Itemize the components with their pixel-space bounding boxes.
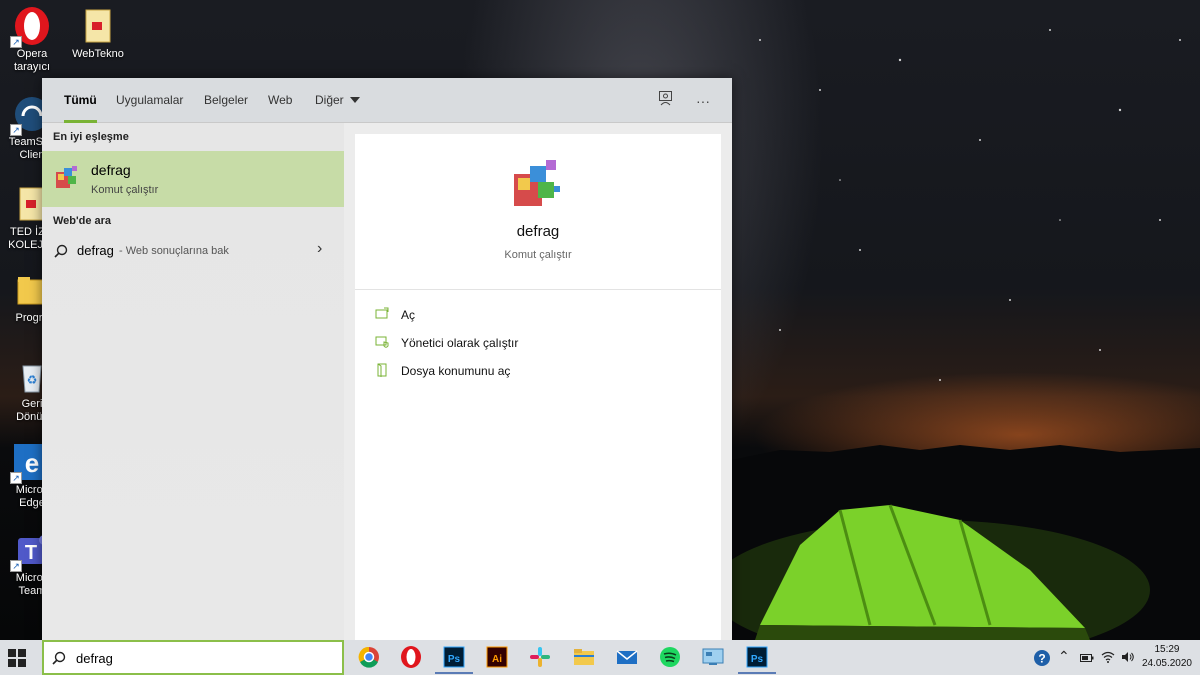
action-label: Aç <box>401 308 416 322</box>
taskbar-chrome[interactable] <box>356 644 382 670</box>
tab-documents[interactable]: Belgeler <box>204 78 248 123</box>
taskbar: Ps Ai Ps ? ⌃ 15:29 24.05.2020 <box>0 640 1200 675</box>
photoshop-icon: Ps <box>746 646 768 668</box>
more-options-button[interactable]: ··· <box>692 90 714 112</box>
best-match-subtitle: Komut çalıştır <box>91 184 159 196</box>
slack-icon <box>530 647 550 667</box>
web-search-heading: Web'de ara <box>53 215 112 227</box>
spotify-icon <box>660 647 680 667</box>
speaker-icon <box>1122 652 1134 662</box>
wifi-icon <box>1101 651 1115 663</box>
volume-tray[interactable] <box>1121 651 1135 666</box>
chrome-icon <box>358 646 379 668</box>
desktop-icon-webtekno[interactable]: WebTekno <box>66 6 130 61</box>
svg-text:?: ? <box>1038 652 1045 666</box>
windows-icon <box>8 649 26 667</box>
clock-date: 24.05.2020 <box>1141 658 1192 669</box>
tab-other-label: Diğer <box>315 93 344 107</box>
tab-other[interactable]: Diğer <box>315 78 360 123</box>
clock-time: 15:29 <box>1154 644 1180 655</box>
file-location-icon <box>377 363 387 377</box>
defrag-large-icon <box>512 160 564 208</box>
action-run-as-admin[interactable]: Yönetici olarak çalıştır <box>375 333 695 353</box>
mail-icon <box>616 650 638 664</box>
help-icon: ? <box>1034 650 1050 666</box>
desktop-icon-label: WebTekno <box>72 48 124 60</box>
wifi-tray[interactable] <box>1101 651 1115 666</box>
control-panel-icon <box>702 648 724 665</box>
feedback-icon <box>659 91 672 106</box>
taskbar-photoshop[interactable]: Ps <box>435 644 473 674</box>
action-open[interactable]: Aç <box>375 305 695 325</box>
taskbar-spotify[interactable] <box>657 644 683 670</box>
taskbar-control-panel[interactable] <box>700 644 726 670</box>
folder-icon <box>78 6 118 46</box>
taskbar-search-box[interactable] <box>42 640 344 675</box>
taskbar-slack[interactable] <box>527 644 553 670</box>
desktop-icon-label: Opera tarayıcı <box>13 48 51 73</box>
start-button[interactable] <box>8 649 26 667</box>
svg-text:♻: ♻ <box>27 373 38 387</box>
folder-icon <box>574 649 594 665</box>
action-open-file-location[interactable]: Dosya konumunu aç <box>375 361 695 381</box>
chevron-down-icon <box>349 97 360 103</box>
tab-all[interactable]: Tümü <box>64 78 97 123</box>
opera-icon <box>401 646 421 668</box>
best-match-heading: En iyi eşleşme <box>53 131 129 143</box>
desktop-icon-opera[interactable]: ↗ Opera tarayıcı <box>0 6 64 74</box>
best-match-result[interactable]: defrag Komut çalıştır <box>42 151 344 207</box>
search-filter-bar: Tümü Uygulamalar Belgeler Web Diğer ··· <box>42 78 732 123</box>
search-panel: Tümü Uygulamalar Belgeler Web Diğer ··· … <box>42 78 732 640</box>
taskbar-illustrator[interactable]: Ai <box>484 644 510 670</box>
tab-apps[interactable]: Uygulamalar <box>116 78 183 123</box>
open-icon <box>375 307 389 319</box>
results-list: En iyi eşleşme defrag Komut çalıştır Web… <box>42 123 344 640</box>
taskbar-file-explorer[interactable] <box>571 644 597 670</box>
defrag-icon <box>54 164 80 190</box>
illustrator-icon: Ai <box>486 646 508 668</box>
chevron-up-icon[interactable]: ⌃ <box>1058 648 1070 665</box>
best-match-name: defrag <box>91 162 131 178</box>
opera-icon: ↗ <box>10 6 52 48</box>
battery-icon <box>1080 654 1094 662</box>
action-label: Yönetici olarak çalıştır <box>401 336 519 350</box>
web-query: defrag <box>77 243 114 258</box>
ellipsis-icon: ··· <box>696 93 710 109</box>
taskbar-photoshop-2[interactable]: Ps <box>738 644 776 674</box>
svg-text:Ps: Ps <box>751 654 764 665</box>
search-icon <box>52 651 66 665</box>
action-label: Dosya konumunu aç <box>401 364 511 378</box>
tab-web[interactable]: Web <box>268 78 292 123</box>
shield-icon <box>375 336 389 348</box>
help-tray-icon[interactable]: ? <box>1032 648 1052 668</box>
clock[interactable]: 15:29 24.05.2020 <box>1142 643 1192 671</box>
preview-title: defrag <box>516 223 560 240</box>
feedback-button[interactable] <box>655 90 677 112</box>
network-tray[interactable] <box>1080 652 1094 667</box>
chevron-right-icon[interactable]: › <box>317 240 322 258</box>
search-input[interactable] <box>76 649 326 667</box>
preview-subtitle: Komut çalıştır <box>504 249 572 261</box>
svg-text:Ps: Ps <box>448 654 461 665</box>
svg-text:Ai: Ai <box>492 654 502 665</box>
svg-text:T: T <box>25 542 37 564</box>
preview-pane: defrag Komut çalıştır Aç Yönetici olarak… <box>355 134 721 640</box>
svg-text:e: e <box>25 448 39 478</box>
divider <box>355 289 721 290</box>
taskbar-opera[interactable] <box>398 644 424 670</box>
web-search-result[interactable]: defrag - Web sonuçlarına bak › <box>42 239 344 265</box>
taskbar-mail[interactable] <box>614 644 640 670</box>
photoshop-icon: Ps <box>443 646 465 668</box>
web-query-suffix: - Web sonuçlarına bak <box>119 245 229 257</box>
search-icon <box>54 244 68 258</box>
